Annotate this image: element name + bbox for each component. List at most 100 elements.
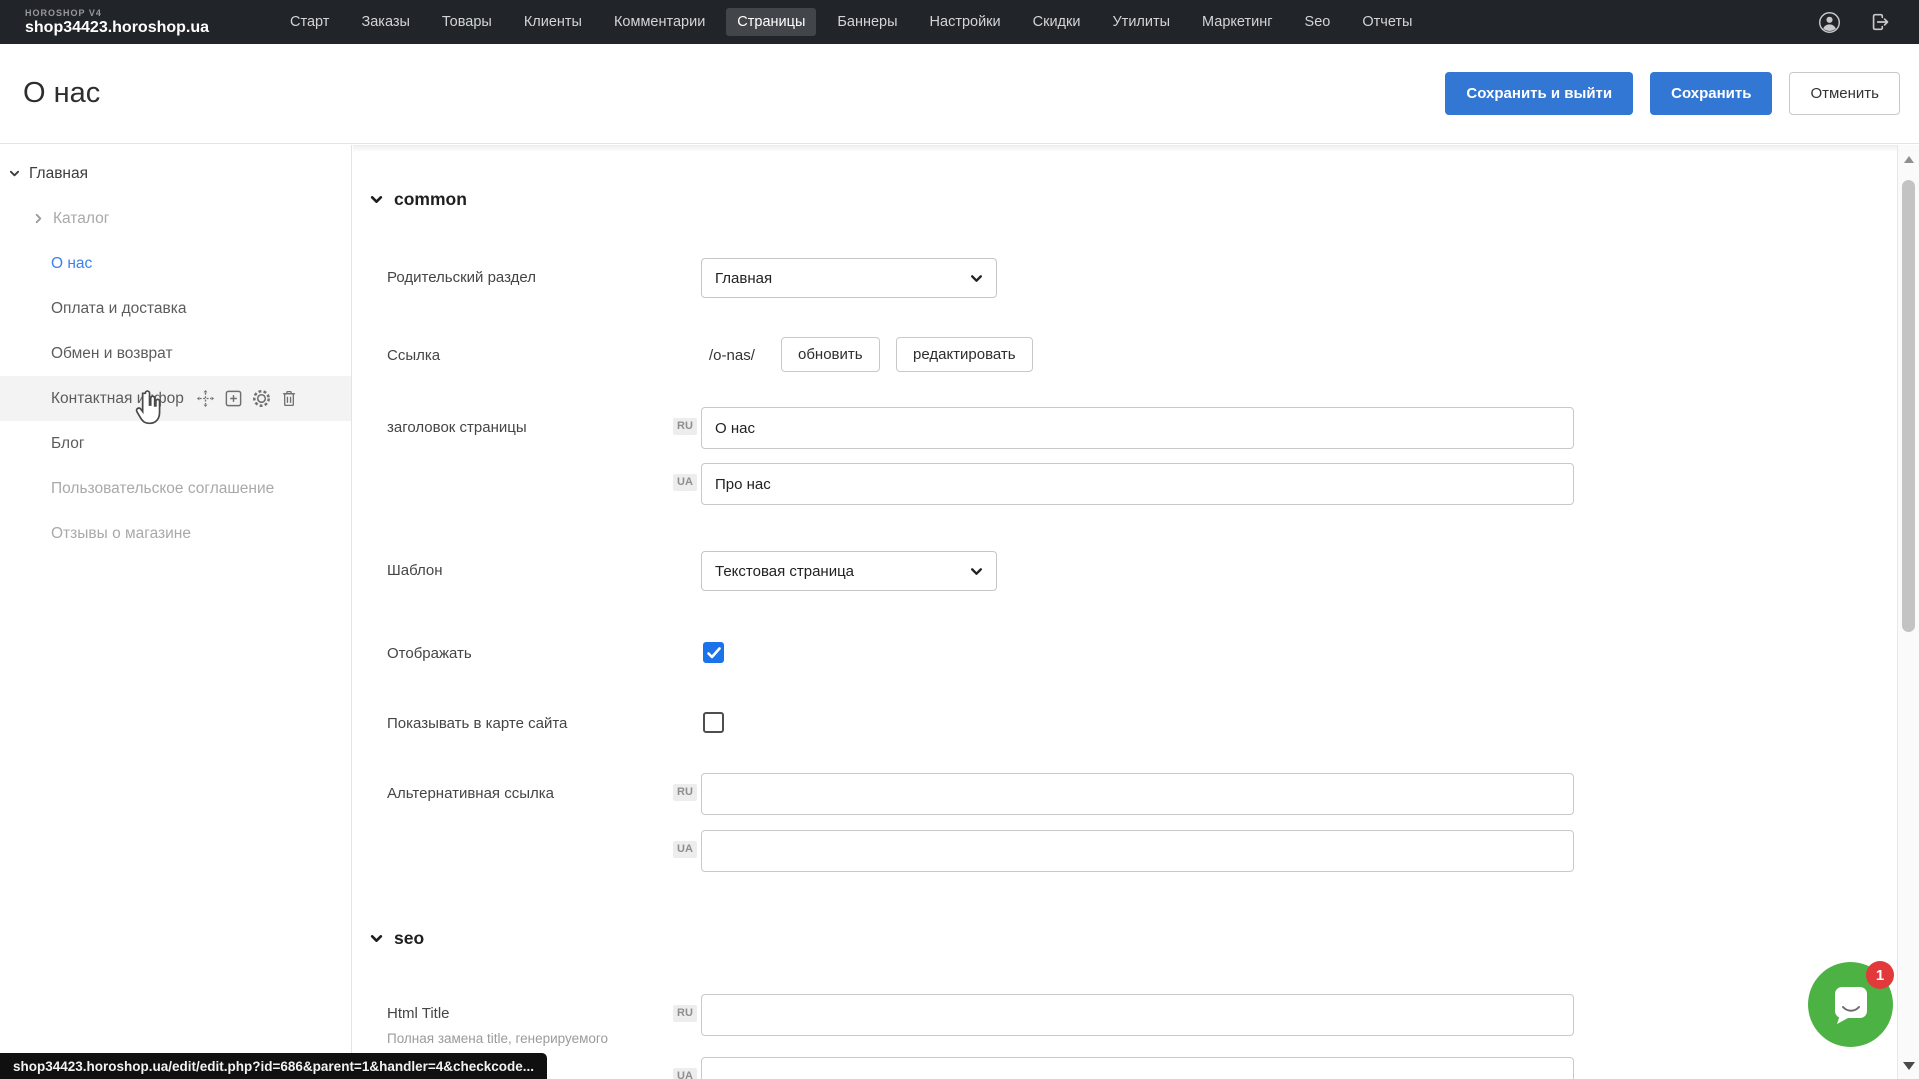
nav-item-banners[interactable]: Баннеры	[826, 8, 908, 36]
section-common[interactable]: common	[370, 189, 467, 210]
logo-domain: shop34423.horoshop.ua	[25, 20, 209, 36]
tree-item-label: Каталог	[53, 210, 109, 228]
alt-link-ua-input[interactable]	[701, 830, 1574, 872]
check-icon	[707, 647, 721, 659]
html-title-hint: Полная замена title, генерируемого	[387, 1031, 608, 1046]
scrollbar-thumb[interactable]	[1902, 180, 1915, 632]
nav-item-comments[interactable]: Комментарии	[603, 8, 716, 36]
select-value: Текстовая страница	[715, 563, 854, 580]
html-title-ru-input[interactable]	[701, 994, 1574, 1036]
save-button[interactable]: Сохранить	[1650, 72, 1772, 115]
vertical-scrollbar[interactable]	[1897, 145, 1919, 1079]
lang-badge-ua: UA	[673, 1068, 697, 1079]
header-buttons: Сохранить и выйти Сохранить Отменить	[1445, 72, 1900, 115]
tree-item-glavnaya[interactable]: Главная	[0, 151, 351, 196]
tree-item-oplata-i-dostavka[interactable]: Оплата и доставка	[0, 286, 351, 331]
tree-item-otzyvy-o-magazine[interactable]: Отзывы о магазине	[0, 511, 351, 556]
section-title: common	[394, 189, 467, 210]
sitemap-checkbox-unchecked[interactable]	[703, 712, 724, 733]
chat-notification-badge: 1	[1866, 961, 1894, 989]
chevron-down-icon	[970, 272, 983, 285]
tree-item-katalog[interactable]: Каталог	[0, 196, 351, 241]
select-value: Главная	[715, 270, 772, 287]
nav-item-start[interactable]: Старт	[279, 8, 340, 36]
trash-icon[interactable]	[280, 389, 298, 408]
nav-item-pages[interactable]: Страницы	[726, 8, 816, 36]
chevron-down-icon	[370, 193, 383, 206]
page-title: О нас	[23, 77, 100, 110]
tree-item-kontaktnaya-informatsiya[interactable]: Контактная инфор	[0, 376, 351, 421]
cancel-button[interactable]: Отменить	[1789, 72, 1900, 115]
save-and-exit-button[interactable]: Сохранить и выйти	[1445, 72, 1633, 115]
chat-widget-button[interactable]: 1	[1808, 962, 1893, 1047]
gear-icon[interactable]	[252, 389, 271, 408]
lang-badge-ua: UA	[673, 841, 697, 858]
alt-link-label: Альтернативная ссылка	[387, 785, 554, 802]
chat-bubble-icon	[1827, 981, 1875, 1029]
chevron-down-icon	[970, 565, 983, 578]
parent-section-label: Родительский раздел	[387, 269, 536, 286]
page-edit-form: common Родительский раздел Главная Ссылк…	[353, 145, 1897, 1079]
template-label: Шаблон	[387, 562, 443, 579]
tree-item-label: Контактная инфор	[51, 390, 184, 408]
add-page-icon[interactable]	[224, 389, 243, 408]
nav-item-clients[interactable]: Клиенты	[513, 8, 593, 36]
logout-icon[interactable]	[1869, 11, 1891, 33]
nav-item-seo[interactable]: Seo	[1294, 8, 1342, 36]
page-title-ua-input[interactable]	[701, 463, 1574, 505]
pages-tree-sidebar: Главная Каталог О нас Оплата и доставка …	[0, 145, 352, 1079]
move-icon[interactable]	[196, 389, 215, 408]
display-label: Отображать	[387, 645, 472, 662]
template-select[interactable]: Текстовая страница	[701, 551, 997, 591]
refresh-link-button[interactable]: обновить	[781, 337, 880, 372]
parent-section-select[interactable]: Главная	[701, 258, 997, 298]
tree-item-o-nas[interactable]: О нас	[0, 241, 351, 286]
nav-item-reports[interactable]: Отчеты	[1351, 8, 1423, 36]
page-title-ru-input[interactable]	[701, 407, 1574, 449]
link-label: Ссылка	[387, 347, 440, 364]
page-header: О нас Сохранить и выйти Сохранить Отмени…	[0, 44, 1919, 144]
tree-item-label: Блог	[51, 435, 85, 453]
account-icon[interactable]	[1818, 11, 1841, 34]
tree-item-label: Главная	[29, 165, 88, 183]
nav-item-discounts[interactable]: Скидки	[1022, 8, 1092, 36]
alt-link-ru-input[interactable]	[701, 773, 1574, 815]
main-menu: Старт Заказы Товары Клиенты Комментарии …	[279, 8, 1423, 36]
lang-badge-ru: RU	[673, 784, 697, 801]
nav-item-marketing[interactable]: Маркетинг	[1191, 8, 1284, 36]
chevron-right-icon[interactable]	[33, 213, 44, 224]
tree-item-obmen-i-vozvrat[interactable]: Обмен и возврат	[0, 331, 351, 376]
scrollbar-down-arrow-icon[interactable]	[1903, 1062, 1915, 1070]
page-title-label: заголовок страницы	[387, 419, 527, 436]
chevron-down-icon	[370, 932, 383, 945]
scrollbar-up-arrow-icon[interactable]	[1904, 156, 1914, 163]
lang-badge-ru: RU	[673, 418, 697, 435]
section-title: seo	[394, 928, 424, 949]
sitemap-label: Показывать в карте сайта	[387, 715, 567, 732]
tree-item-label: Обмен и возврат	[51, 345, 173, 363]
display-checkbox-checked[interactable]	[703, 642, 724, 663]
chevron-down-icon[interactable]	[9, 168, 20, 179]
lang-badge-ua: UA	[673, 474, 697, 491]
tree-item-label: Пользовательское соглашение	[51, 480, 274, 498]
logo-version: HOROSHOP V4	[25, 9, 209, 18]
html-title-ua-input[interactable]	[701, 1057, 1574, 1079]
link-status-bar: shop34423.horoshop.ua/edit/edit.php?id=6…	[0, 1053, 547, 1079]
tree-item-actions	[196, 389, 298, 408]
nav-item-utilities[interactable]: Утилиты	[1101, 8, 1181, 36]
tree-item-label: О нас	[51, 255, 92, 273]
nav-item-settings[interactable]: Настройки	[919, 8, 1012, 36]
html-title-label: Html Title	[387, 1005, 450, 1022]
lang-badge-ru: RU	[673, 1005, 697, 1022]
section-seo[interactable]: seo	[370, 928, 424, 949]
tree-item-polzovatelskoe-soglashenie[interactable]: Пользовательское соглашение	[0, 466, 351, 511]
navbar-right	[1818, 11, 1891, 34]
link-path-value: /o-nas/	[709, 347, 755, 364]
top-navbar: HOROSHOP V4 shop34423.horoshop.ua Старт …	[0, 0, 1919, 44]
logo[interactable]: HOROSHOP V4 shop34423.horoshop.ua	[25, 9, 209, 36]
edit-link-button[interactable]: редактировать	[896, 337, 1033, 372]
nav-item-orders[interactable]: Заказы	[350, 8, 420, 36]
tree-item-label: Отзывы о магазине	[51, 525, 191, 543]
nav-item-products[interactable]: Товары	[431, 8, 503, 36]
tree-item-blog[interactable]: Блог	[0, 421, 351, 466]
